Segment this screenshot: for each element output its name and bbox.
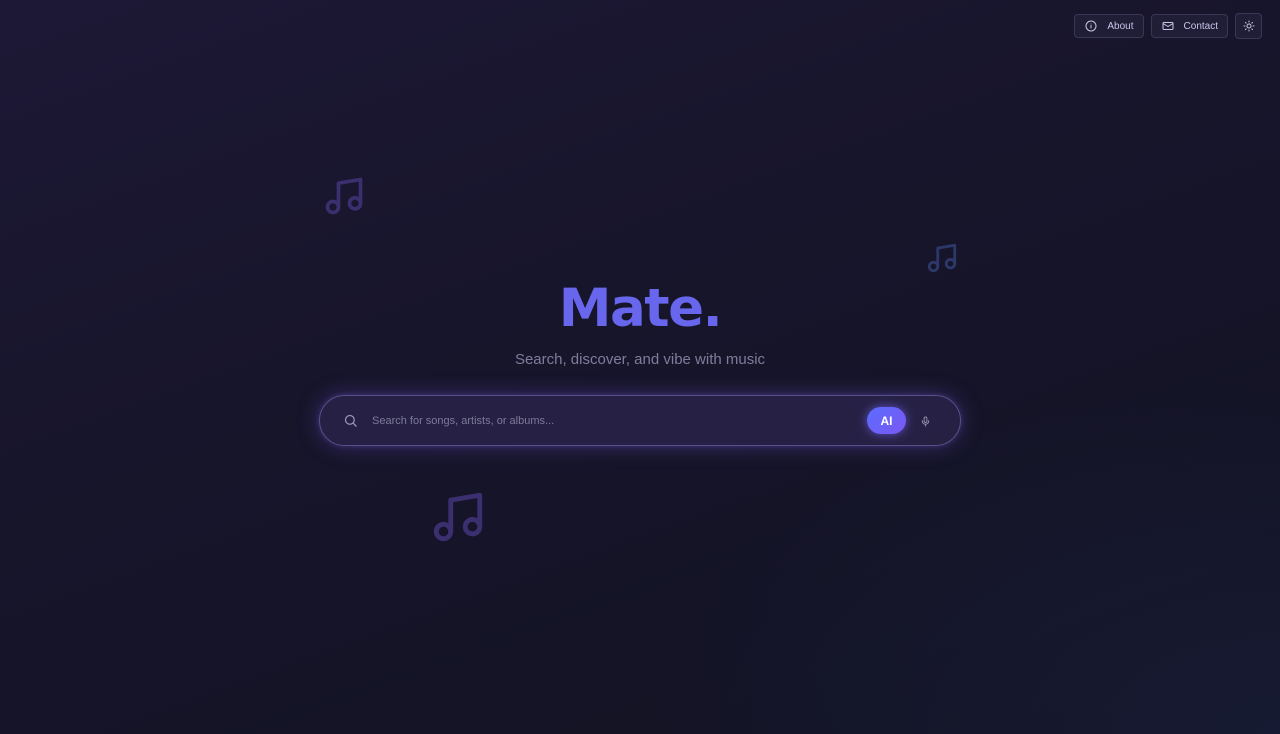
mic-icon [921, 415, 929, 427]
contact-button[interactable]: Contact [1150, 14, 1228, 38]
music-note-icon [925, 241, 959, 275]
top-nav: About Contact [1074, 13, 1262, 39]
ai-button[interactable]: AI [867, 407, 906, 434]
sun-icon [1243, 20, 1254, 32]
search-input[interactable] [372, 410, 852, 432]
mail-icon [1162, 22, 1174, 30]
theme-toggle-button[interactable] [1235, 13, 1262, 39]
about-button[interactable]: About [1074, 14, 1144, 38]
info-icon [1085, 20, 1097, 32]
search-bar: AI [319, 395, 961, 446]
ai-label: AI [880, 413, 893, 428]
page-title: Mate. [558, 278, 723, 339]
contact-label: Contact [1183, 20, 1218, 32]
music-note-icon [429, 488, 487, 546]
about-label: About [1107, 20, 1134, 32]
mic-button[interactable] [917, 412, 933, 430]
page-subtitle: Search, discover, and vibe with music [514, 351, 766, 368]
search-icon [344, 414, 357, 427]
music-note-icon [322, 174, 366, 218]
